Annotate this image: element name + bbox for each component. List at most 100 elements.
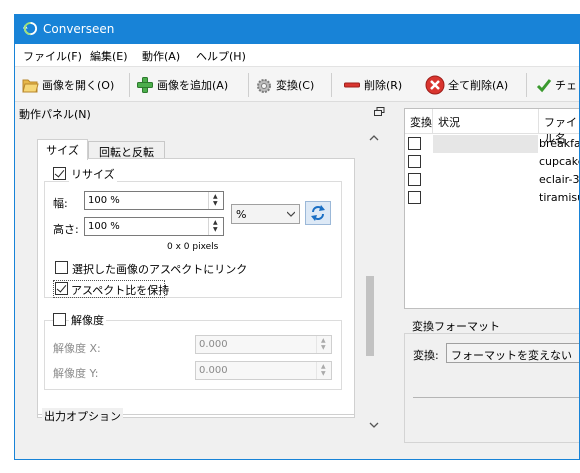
resolution-x-label: 解像度 X: xyxy=(53,342,101,355)
window-title: Converseen xyxy=(43,22,115,36)
float-panel-icon[interactable] xyxy=(374,107,385,117)
height-value: 100 % xyxy=(88,221,120,232)
row-convert-checkbox[interactable] xyxy=(408,173,421,186)
swap-arrows-icon xyxy=(311,205,325,221)
width-value: 100 % xyxy=(88,195,120,206)
row-filename: eclair-3 xyxy=(539,173,580,186)
unit-select[interactable]: % xyxy=(231,204,300,224)
resolution-y-spinbox[interactable]: 0.000 ▲ ▼ xyxy=(195,361,332,380)
check-button[interactable]: チェッ xyxy=(536,74,579,96)
row-convert-checkbox[interactable] xyxy=(408,155,421,168)
convert-format-group: 変換: フォーマットを変えない xyxy=(404,333,579,443)
checkmark-icon xyxy=(536,79,552,93)
column-header-status[interactable]: 状況 xyxy=(433,109,539,134)
remove-all-x-icon xyxy=(425,75,445,95)
convert-format-title: 変換フォーマット xyxy=(412,320,500,333)
app-window: Converseen ファイル(F) 編集(E) 動作(A) ヘルプ(H) 画像… xyxy=(14,14,580,460)
link-aspect-checkbox[interactable] xyxy=(55,261,68,274)
keep-aspect-checkbox[interactable] xyxy=(55,282,68,295)
chevron-up-icon[interactable] xyxy=(369,134,379,142)
width-label: 幅: xyxy=(53,197,68,210)
menu-help[interactable]: ヘルプ(H) xyxy=(196,48,246,64)
chevron-down-icon xyxy=(287,211,295,217)
height-label: 高さ: xyxy=(53,223,79,236)
remove-label: 削除(R) xyxy=(364,79,403,92)
resolution-x-spin-arrows[interactable]: ▲ ▼ xyxy=(316,336,331,353)
toolbar-separator xyxy=(129,73,130,97)
file-list-table: 変換 状況 ファイル名 breakfas cupcake eclair-3 ti… xyxy=(404,108,580,309)
column-header-convert-label: 変換 xyxy=(410,116,432,129)
scrollbar-thumb[interactable] xyxy=(366,276,374,356)
row-filename: breakfas xyxy=(539,137,579,150)
resolution-y-label: 解像度 Y: xyxy=(53,367,99,380)
toolbar-separator xyxy=(526,73,527,97)
table-row[interactable]: tiramisu xyxy=(405,189,580,207)
convert-format-divider xyxy=(413,397,579,398)
row-filename: tiramisu xyxy=(539,191,580,204)
convert-format-label: 変換: xyxy=(413,349,439,362)
action-panel-scrollbar[interactable] xyxy=(366,124,383,437)
row-status xyxy=(433,135,538,153)
height-spinbox[interactable]: 100 % ▲ ▼ xyxy=(84,217,224,236)
height-spin-arrows[interactable]: ▲ ▼ xyxy=(208,218,223,235)
remove-all-button[interactable]: 全て削除(A) xyxy=(425,74,508,96)
unit-value: % xyxy=(236,208,247,221)
tab-size[interactable]: サイズ xyxy=(37,139,88,160)
toolbar-separator xyxy=(331,73,332,97)
resolution-label: 解像度 xyxy=(69,312,106,328)
resolution-x-value: 0.000 xyxy=(199,339,228,350)
resolution-checkbox[interactable] xyxy=(53,313,66,326)
gear-icon xyxy=(257,79,271,93)
link-aspect-label: 選択した画像のアスペクトにリンク xyxy=(72,263,248,276)
row-status xyxy=(433,171,538,189)
width-spin-arrows[interactable]: ▲ ▼ xyxy=(208,192,223,209)
tab-size-label: サイズ xyxy=(46,144,79,157)
table-row[interactable]: breakfas xyxy=(405,135,579,153)
add-images-button[interactable]: 画像を追加(A) xyxy=(136,74,228,96)
row-convert-checkbox[interactable] xyxy=(408,191,421,204)
resize-label: リサイズ xyxy=(69,166,117,182)
swap-dimensions-button[interactable] xyxy=(305,201,331,225)
toolbar-separator xyxy=(248,73,249,97)
keep-aspect-label: アスペクト比を保持 xyxy=(71,284,170,297)
column-header-filename[interactable]: ファイル名 xyxy=(539,109,579,145)
column-header-convert[interactable]: 変換 xyxy=(405,109,433,134)
remove-all-label: 全て削除(A) xyxy=(448,79,509,92)
check-label: チェッ xyxy=(555,79,579,92)
column-header-status-label: 状況 xyxy=(438,116,460,129)
row-convert-checkbox[interactable] xyxy=(408,137,421,150)
menu-action[interactable]: 動作(A) xyxy=(142,48,180,64)
converseen-app-icon xyxy=(23,21,38,36)
row-status xyxy=(433,189,538,207)
resize-checkbox[interactable] xyxy=(53,167,66,180)
folder-open-icon xyxy=(22,79,39,93)
row-filename: cupcake xyxy=(539,155,580,168)
pixel-size-text: 0 x 0 pixels xyxy=(167,242,219,252)
remove-button[interactable]: 削除(R) xyxy=(343,74,402,96)
table-row[interactable]: cupcake xyxy=(405,153,580,171)
title-bar: Converseen xyxy=(15,15,579,44)
width-spinbox[interactable]: 100 % ▲ ▼ xyxy=(84,191,224,210)
convert-label: 変換(C) xyxy=(276,79,315,92)
convert-format-value: フォーマットを変えない xyxy=(451,349,572,362)
resolution-x-spinbox[interactable]: 0.000 ▲ ▼ xyxy=(195,335,332,354)
table-row[interactable]: eclair-3 xyxy=(405,171,580,189)
open-images-button[interactable]: 画像を開く(O) xyxy=(21,74,114,96)
chevron-down-icon[interactable] xyxy=(369,421,379,429)
resolution-y-value: 0.000 xyxy=(199,365,228,376)
toolbar: 画像を開く(O) 画像を追加(A) 変換(C) 削除(R) 全て削除(A) チェ xyxy=(15,66,579,102)
menu-bar: ファイル(F) 編集(E) 動作(A) ヘルプ(H) xyxy=(15,44,579,66)
open-images-label: 画像を開く(O) xyxy=(42,79,115,92)
action-panel-header: 動作パネル(N) xyxy=(15,104,391,122)
plus-icon xyxy=(137,77,153,93)
action-panel-title: 動作パネル(N) xyxy=(19,108,91,121)
menu-file[interactable]: ファイル(F) xyxy=(23,48,82,64)
convert-button[interactable]: 変換(C) xyxy=(255,74,314,96)
resolution-y-spin-arrows[interactable]: ▲ ▼ xyxy=(316,362,331,379)
row-status xyxy=(433,153,538,171)
convert-format-select[interactable]: フォーマットを変えない xyxy=(446,343,579,363)
add-images-label: 画像を追加(A) xyxy=(157,79,229,92)
minus-icon xyxy=(344,82,360,88)
output-options-label: 出力オプション xyxy=(42,408,123,424)
menu-edit[interactable]: 編集(E) xyxy=(90,48,128,64)
